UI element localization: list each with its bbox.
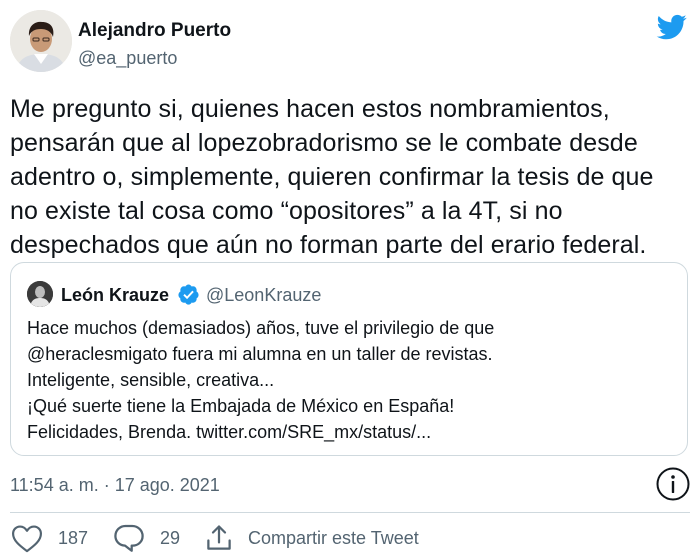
twitter-bird-icon[interactable] [655, 12, 689, 42]
verified-badge-icon [178, 284, 199, 305]
author-avatar-image [10, 10, 72, 72]
quoted-tweet-card[interactable]: León Krauze @LeonKrauze Hace muchos (dem… [10, 262, 688, 456]
like-button[interactable]: 187 [10, 520, 88, 556]
reply-button[interactable]: 29 [112, 520, 180, 556]
quoted-author-avatar [27, 281, 53, 307]
quoted-author-avatar-image [27, 281, 53, 307]
author-name[interactable]: Alejandro Puerto [78, 20, 231, 42]
share-button[interactable]: Compartir este Tweet [204, 520, 419, 556]
divider [10, 512, 690, 513]
share-label: Compartir este Tweet [248, 527, 419, 548]
author-avatar[interactable] [10, 10, 72, 72]
share-icon [207, 525, 231, 550]
tweet-timestamp[interactable]: 11:54 a. m. · 17 ago. 2021 [10, 473, 220, 497]
info-icon[interactable] [655, 466, 691, 502]
reply-count: 29 [160, 527, 181, 548]
quoted-author-name: León Krauze [61, 285, 170, 305]
author-handle[interactable]: @ea_puerto [78, 47, 177, 69]
quoted-author-handle: @LeonKrauze [206, 285, 322, 305]
like-count: 187 [58, 527, 89, 548]
tweet-text: Me pregunto si, quienes hacen estos nomb… [10, 95, 654, 259]
quoted-tweet-text: Hace muchos (demasiados) años, tuve el p… [27, 318, 495, 442]
heart-icon [12, 525, 42, 553]
reply-bubble-icon [114, 524, 144, 552]
